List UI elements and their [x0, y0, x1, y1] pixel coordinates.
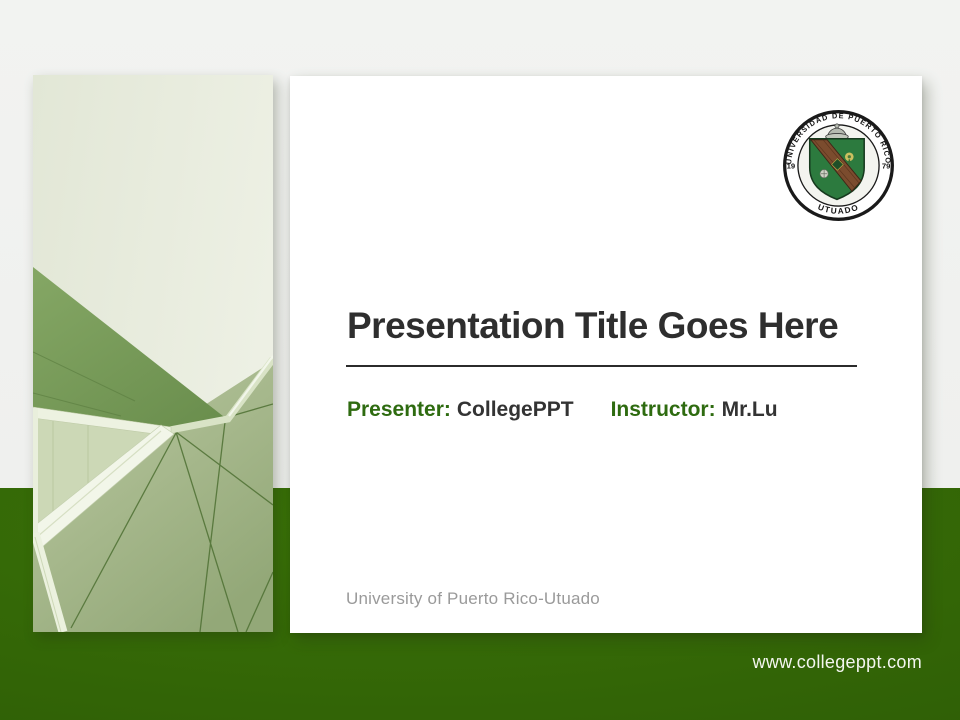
slide-canvas: UNIVERSIDAD DE PUERTO RICO UTUADO 19 79 — [0, 0, 960, 720]
university-name: University of Puerto Rico-Utuado — [346, 589, 600, 608]
seal-year-left: 19 — [787, 162, 796, 171]
seal-crest-emblem — [819, 169, 829, 179]
presentation-title: Presentation Title Goes Here — [347, 305, 839, 346]
instructor-value: Mr.Lu — [721, 398, 778, 421]
university-seal-icon: UNIVERSIDAD DE PUERTO RICO UTUADO 19 79 — [782, 109, 895, 222]
instructor-label: Instructor: — [610, 398, 716, 421]
presenter-label: Presenter: — [347, 398, 451, 421]
title-slide-card: UNIVERSIDAD DE PUERTO RICO UTUADO 19 79 — [290, 76, 922, 633]
seal-year-right: 79 — [882, 162, 891, 171]
byline: Presenter: CollegePPT Instructor: Mr.Lu — [347, 398, 778, 422]
architecture-photo — [33, 75, 273, 632]
title-underline — [346, 365, 857, 367]
presenter-value: CollegePPT — [456, 398, 574, 421]
architecture-photo-graphic — [33, 75, 273, 632]
website-url: www.collegeppt.com — [752, 652, 922, 672]
